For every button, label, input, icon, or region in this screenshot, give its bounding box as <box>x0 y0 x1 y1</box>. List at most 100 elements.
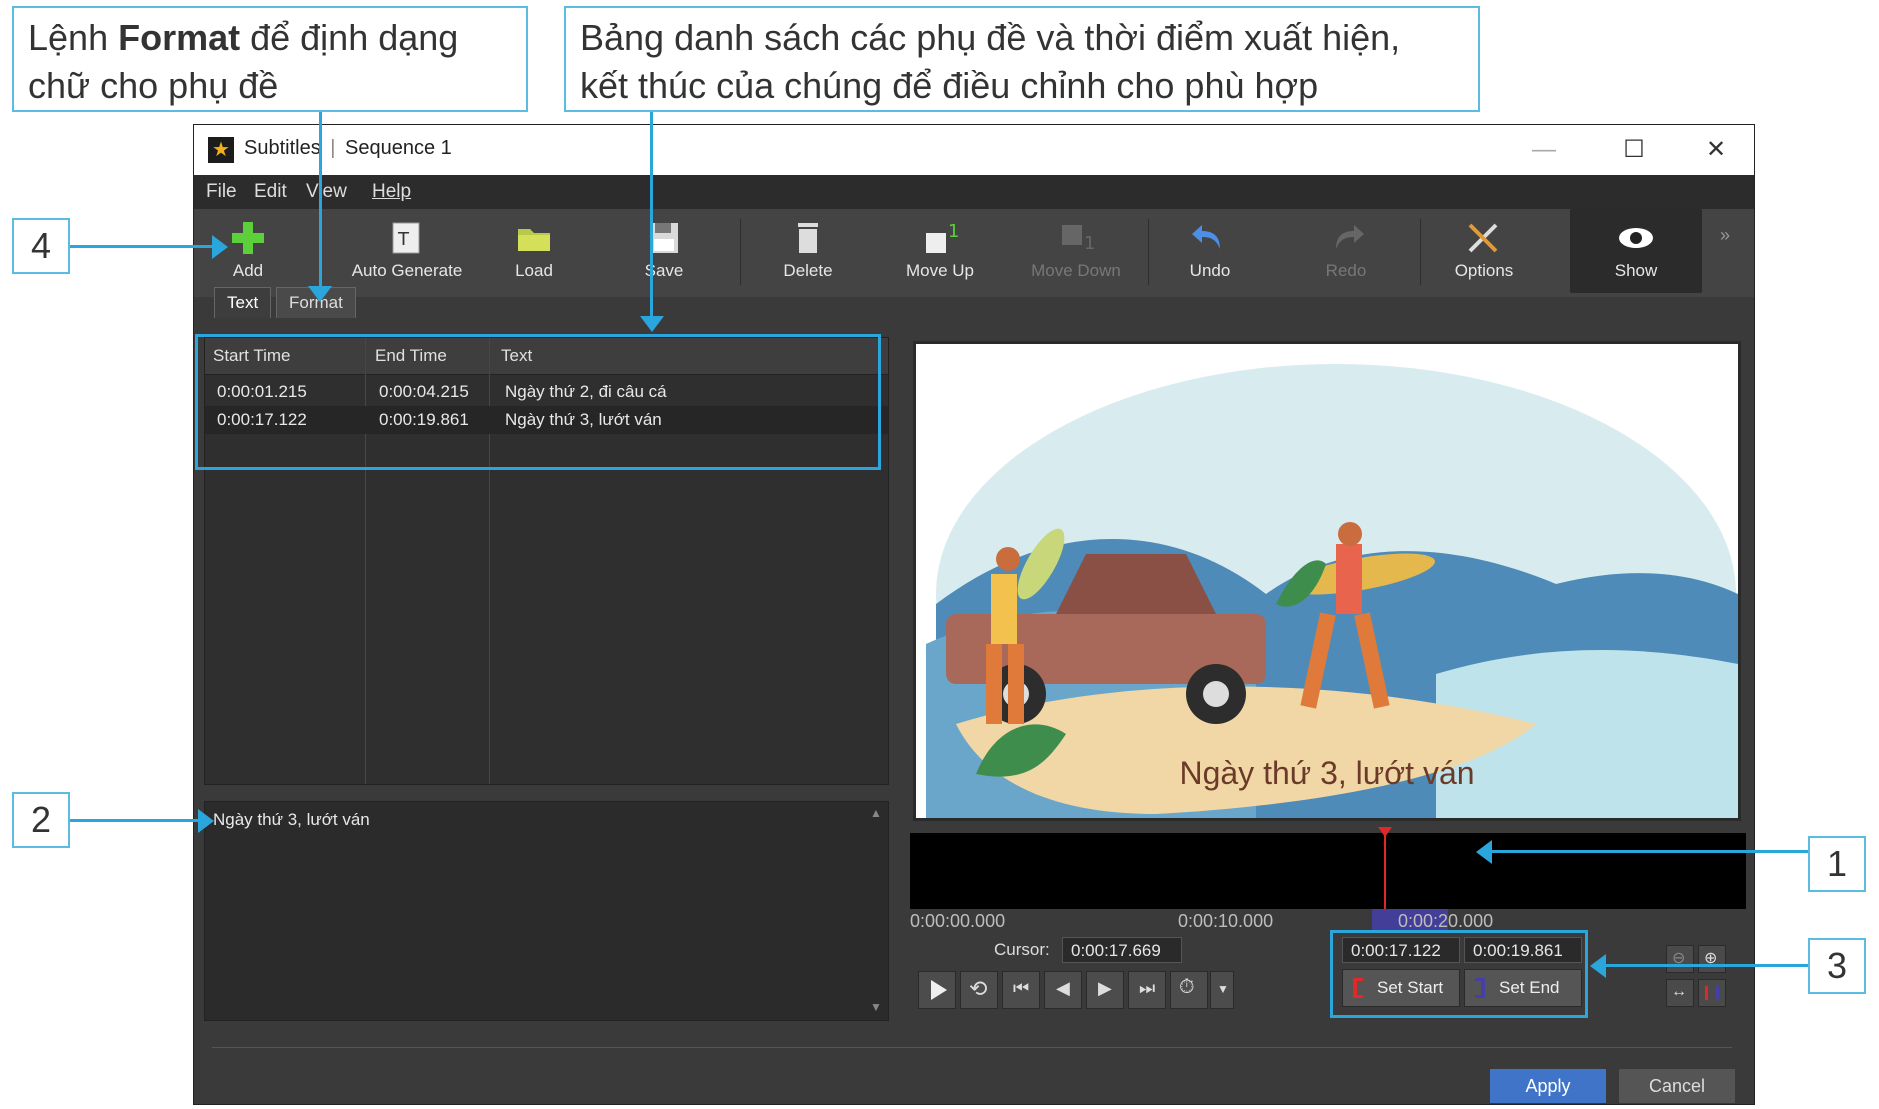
speed-dropdown-button[interactable]: ▼ <box>1210 971 1234 1009</box>
step-back-button[interactable]: ◀ <box>1044 971 1082 1009</box>
set-end-label: Set End <box>1499 978 1560 997</box>
undo-label: Undo <box>1189 261 1231 280</box>
toolbar-separator <box>1148 219 1149 285</box>
maximize-button[interactable]: ☐ <box>1604 131 1664 169</box>
menu-edit[interactable]: Edit <box>254 181 287 203</box>
delete-button[interactable]: Delete <box>748 209 868 293</box>
play-button[interactable] <box>918 971 956 1009</box>
plus-icon <box>232 222 264 254</box>
options-button[interactable]: Options <box>1424 209 1544 293</box>
apply-button[interactable]: Apply <box>1490 1069 1606 1103</box>
set-start-label: Set Start <box>1377 978 1444 997</box>
move-down-label: Move Down <box>1031 261 1121 280</box>
ruler-label: 0:00:00.000 <box>910 911 1006 931</box>
show-label: Show <box>1614 261 1658 280</box>
zoom-in-button[interactable]: ⊕ <box>1698 945 1726 973</box>
timer-icon: ⏱ <box>1179 976 1195 998</box>
table-row[interactable]: 0:00:17.122 0:00:19.861 Ngày thứ 3, lướt… <box>205 406 888 434</box>
set-end-button[interactable]: Set End <box>1464 969 1582 1007</box>
close-button[interactable]: ✕ <box>1686 131 1746 169</box>
minimize-button[interactable]: — <box>1514 131 1574 169</box>
skip-back-icon: ⏮ <box>1013 978 1030 998</box>
callout-text: để định dạng <box>240 17 459 58</box>
fit-width-button[interactable]: ↔ <box>1666 979 1694 1007</box>
loop-button[interactable]: ⟲ <box>960 971 998 1009</box>
undo-icon <box>1192 225 1220 249</box>
connector-line <box>319 112 322 292</box>
go-to-start-button[interactable]: ⏮ <box>1002 971 1040 1009</box>
show-button[interactable]: Show <box>1570 209 1702 293</box>
column-text[interactable]: Text <box>501 346 532 366</box>
menu-view[interactable]: View <box>306 181 347 203</box>
row-text: Ngày thứ 3, lướt ván <box>505 410 662 429</box>
zoom-out-button[interactable]: ⊖ <box>1666 945 1694 973</box>
move-up-label: Move Up <box>905 261 975 280</box>
chevron-down-icon[interactable]: ▼ <box>870 1000 882 1014</box>
add-button[interactable]: Add <box>194 209 308 293</box>
chevron-up-icon[interactable]: ▲ <box>870 806 882 820</box>
app-name: Subtitles <box>244 137 321 159</box>
row-end-time: 0:00:04.215 <box>379 382 469 401</box>
arrow-left-icon <box>1476 840 1492 864</box>
save-button[interactable]: Save <box>604 209 724 293</box>
undo-button[interactable]: Undo <box>1150 209 1270 293</box>
redo-icon <box>1336 225 1364 249</box>
go-to-end-button[interactable]: ⏭ <box>1128 971 1166 1009</box>
start-bracket-icon <box>1353 978 1363 998</box>
callout-number-1: 1 <box>1808 836 1866 892</box>
window-title: Subtitles | Sequence 1 <box>244 137 452 159</box>
subtitle-text-editor[interactable]: Ngày thứ 3, lướt ván ▲ ▼ <box>204 801 889 1021</box>
cursor-time-field[interactable]: 0:00:17.669 <box>1062 937 1182 963</box>
row-end-time: 0:00:19.861 <box>379 410 469 429</box>
subtitles-window: ★ Subtitles | Sequence 1 — ☐ ✕ File Edit… <box>193 124 1755 1105</box>
auto-generate-button[interactable]: T Auto Generate <box>332 209 482 293</box>
menu-bar: File Edit View Help <box>194 175 1754 209</box>
menu-help[interactable]: Help <box>372 181 411 203</box>
format-callout: Lệnh Format để định dạng chữ cho phụ đề <box>12 6 528 112</box>
move-down-button[interactable]: 1 Move Down <box>1016 209 1136 293</box>
connector-line <box>650 112 653 320</box>
end-bracket-icon <box>1475 978 1485 998</box>
callout-number-3: 3 <box>1808 938 1866 994</box>
toolbar-overflow-icon[interactable]: » <box>1720 225 1730 246</box>
step-forward-button[interactable]: ▶ <box>1086 971 1124 1009</box>
title-bar: ★ Subtitles | Sequence 1 — ☐ ✕ <box>194 125 1754 176</box>
time-ruler: 0:00:00.000 0:00:10.000 0:00:20.000 <box>910 909 1746 935</box>
redo-button[interactable]: Redo <box>1286 209 1406 293</box>
menu-file[interactable]: File <box>206 181 237 203</box>
load-button[interactable]: Load <box>474 209 594 293</box>
callout-text: Lệnh <box>28 17 119 58</box>
timeline-track[interactable] <box>910 827 1746 935</box>
editor-scrollbar[interactable]: ▲ ▼ <box>868 806 884 1014</box>
callout-text: kết thúc của chúng để điều chỉnh cho phù… <box>580 65 1319 106</box>
ruler-label: 0:00:20.000 <box>1398 911 1494 931</box>
loop-icon: ⟲ <box>969 976 988 1001</box>
star-icon: ★ <box>208 137 234 163</box>
table-row[interactable]: 0:00:01.215 0:00:04.215 Ngày thứ 2, đi c… <box>205 378 888 406</box>
move-up-button[interactable]: 1 Move Up <box>880 209 1000 293</box>
tab-text[interactable]: Text <box>214 287 272 318</box>
auto-generate-label: Auto Generate <box>351 261 463 280</box>
row-start-time: 0:00:01.215 <box>217 382 307 401</box>
row-start-time: 0:00:17.122 <box>217 410 307 429</box>
arrow-right-icon <box>198 809 214 833</box>
ruler-label: 0:00:10.000 <box>1178 911 1274 931</box>
chevron-down-icon: ▼ <box>1217 982 1229 996</box>
end-time-field[interactable]: 0:00:19.861 <box>1464 937 1582 963</box>
skip-forward-icon: ⏭ <box>1139 978 1156 998</box>
column-start-time[interactable]: Start Time <box>213 346 290 366</box>
start-time-field[interactable]: 0:00:17.122 <box>1342 937 1460 963</box>
zoom-selection-button[interactable] <box>1698 979 1726 1007</box>
options-label: Options <box>1454 261 1514 280</box>
arrow-down-icon <box>640 316 664 332</box>
footer-divider <box>212 1047 1732 1048</box>
cancel-button[interactable]: Cancel <box>1619 1069 1735 1103</box>
playhead-marker-icon <box>1378 827 1392 837</box>
callout-number-2: 2 <box>12 792 70 848</box>
playback-speed-button[interactable]: ⏱ <box>1170 971 1208 1009</box>
set-start-button[interactable]: Set Start <box>1342 969 1460 1007</box>
column-end-time[interactable]: End Time <box>375 346 447 366</box>
tools-icon <box>1468 223 1498 253</box>
save-label: Save <box>644 261 684 280</box>
callout-number-4: 4 <box>12 218 70 274</box>
